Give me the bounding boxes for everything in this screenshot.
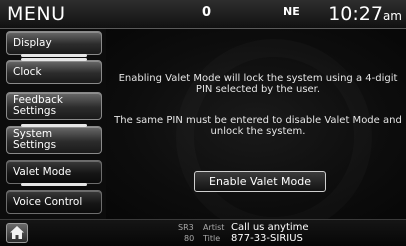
sidebar-item-label: Display [13,36,52,49]
compass-heading-icon: NE [283,5,300,18]
source-label: SR3 [178,223,194,232]
channel-number: 80 [184,234,195,243]
valet-mode-panel: Enabling Valet Mode will lock the system… [106,29,406,219]
status-indicator-icon: 0 [202,5,212,20]
sidebar-item-clock[interactable]: Clock [6,58,102,84]
title-value: 877-33-SIRIUS [231,233,303,244]
divider [21,54,87,57]
divider [21,58,87,61]
sidebar-item-label: Valet Mode [13,165,72,178]
valet-mode-screen: MENU 0 NE 10:27am Display Clock Feedback… [0,0,406,246]
status-bar: MENU 0 NE 10:27am [0,0,406,29]
sidebar-item-voice-control[interactable]: Voice Control [6,190,102,214]
enable-valet-mode-button[interactable]: Enable Valet Mode [194,171,326,192]
sidebar-item-display[interactable]: Display [6,31,102,57]
clock-ampm: am [382,9,402,23]
home-button[interactable] [6,223,28,243]
home-icon [10,226,24,239]
clock: 10:27am [328,3,402,25]
valet-pin-note: The same PIN must be entered to disable … [114,115,402,137]
divider [21,183,87,186]
sidebar-item-feedback-settings[interactable]: Feedback Settings [6,92,102,120]
sidebar-item-label: Feedback Settings [13,94,64,117]
sidebar-item-label: Clock [13,65,42,78]
valet-description: Enabling Valet Mode will lock the system… [118,73,398,95]
artist-label: Artist [203,223,225,232]
now-playing-bar: SR3 80 Artist Title Call us anytime 877-… [0,219,406,246]
menu-title: MENU [7,3,66,25]
sidebar-item-label: System Settings [13,128,57,151]
artist-value: Call us anytime [231,222,309,233]
sidebar-item-label: Voice Control [13,195,83,208]
title-label: Title [203,234,221,243]
divider [21,124,87,127]
sidebar-item-system-settings[interactable]: System Settings [6,124,102,154]
settings-sidebar: Display Clock Feedback Settings System S… [0,29,106,219]
clock-time: 10:27 [328,3,383,25]
sidebar-item-valet-mode[interactable]: Valet Mode [6,160,102,186]
